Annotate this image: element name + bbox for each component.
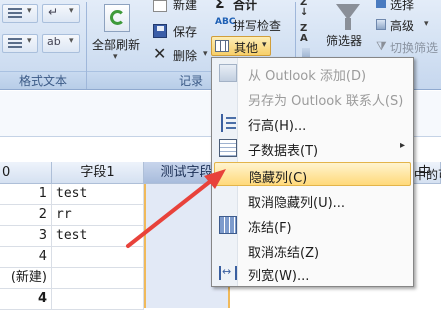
annotation-arrow <box>126 169 226 248</box>
